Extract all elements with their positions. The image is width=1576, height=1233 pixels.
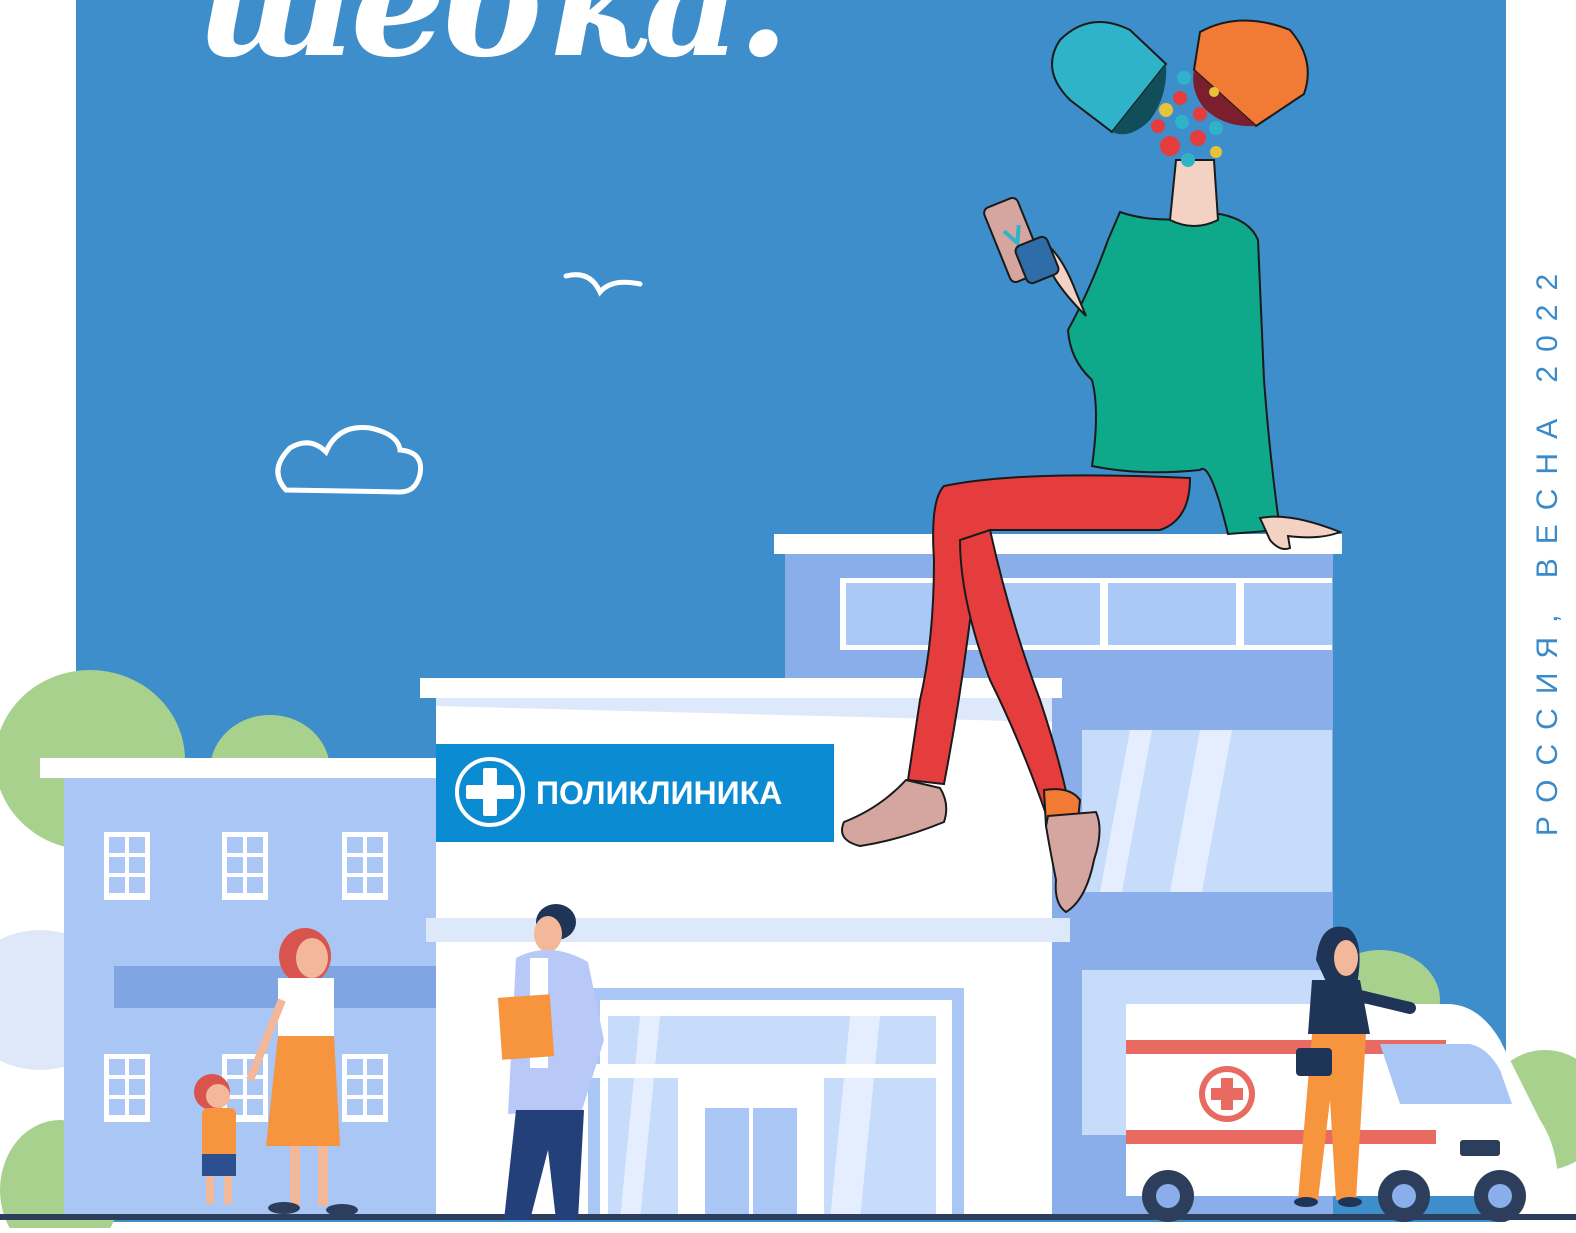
poster-illustration: ПОЛИКЛИНИКА bbox=[0, 0, 1576, 1233]
building-left bbox=[40, 758, 438, 1220]
clinic-sign: ПОЛИКЛИНИКА bbox=[436, 744, 834, 842]
poster: ПОЛИКЛИНИКА шебка. РОССИЯ, ВЕСНА 2022 bbox=[0, 0, 1576, 1233]
ground-line bbox=[0, 1214, 1576, 1220]
medical-cross-icon bbox=[455, 757, 525, 827]
clinic-sign-label: ПОЛИКЛИНИКА bbox=[536, 775, 782, 811]
side-caption: РОССИЯ, ВЕСНА 2022 bbox=[1531, 259, 1564, 837]
brand-title: шебка. bbox=[196, 0, 789, 91]
